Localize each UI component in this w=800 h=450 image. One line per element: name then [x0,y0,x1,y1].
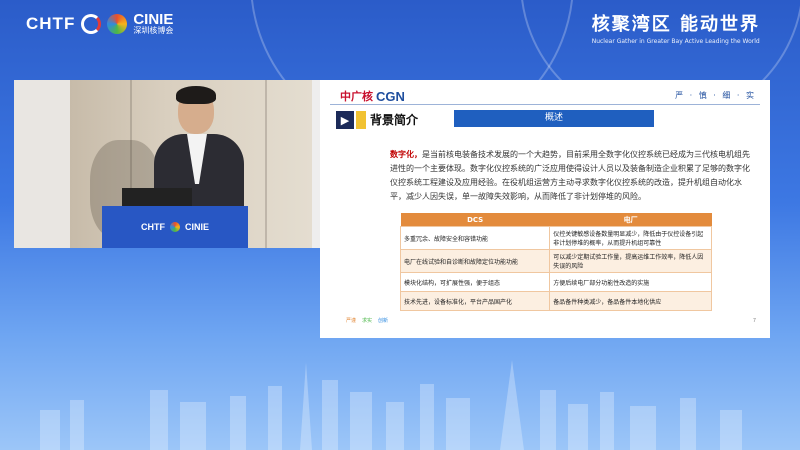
footer-tag: 求实 [362,318,373,324]
table-row: 电厂在线试验和自诊断和故障定位功能功能 可以减少定期试验工作量，提高运维工作效率… [399,249,712,273]
paragraph-body: 是当前核电装备技术发展的一个大趋势，目前采用全数字化仪控系统已经成为三代核电机组… [390,150,750,201]
speaker-video: CHTF CINIE [70,80,312,248]
table-cell: 仪控关键敏感设备数量明显减少，降低由于仪控设备引起非计划停堆的概率，从而提升机组… [549,226,712,250]
cgn-logo-en: CGN [376,88,405,104]
cinie-logo: CINIE 深圳核博会 [133,12,173,35]
podium-cinie-text: CINIE [184,222,209,232]
table-cell: 技术先进，设备标准化，平台产品国产化 [399,291,551,311]
section-title: 背景简介 [370,113,419,127]
table-cell: 方便后续电厂部分功能性改造的实施 [549,272,712,292]
table-header-plant: 电厂 [549,213,712,227]
cinie-logo-text: CINIE [133,11,174,28]
video-frame-left [14,80,70,248]
cinie-logo-icon [107,13,128,34]
paragraph-highlight: 数字化， [390,150,422,159]
table-header-dcs: DCS [400,213,550,227]
company-motto: 严 · 慎 · 细 · 实 [675,91,756,100]
table-cell: 电厂在线试验和自诊断和故障定位功能功能 [399,249,551,273]
video-frame-right [312,80,320,248]
table-row: 模块化结构，可扩展性强，便于组态 方便后续电厂部分功能性改造的实施 [399,272,712,292]
cinie-logo-subtext: 深圳核博会 [133,26,174,35]
table-row: 技术先进，设备标准化，平台产品国产化 备品备件种类减少，备品备件本地化供应 [399,291,712,311]
footer-tag: 创新 [378,318,389,324]
event-logo-bar: CHTF CINIE 深圳核博会 [26,12,173,35]
header-divider [330,104,760,105]
city-skyline-graphic [40,360,742,450]
section-marker-icon [356,111,366,129]
table-cell: 备品备件种类减少，备品备件本地化供应 [549,291,712,311]
slide-footer-tags: 严谨 求实 创新 [346,317,388,324]
chevron-right-icon: ▶ [336,111,354,129]
chtf-swirl-icon [81,13,102,34]
wall-panel-line [265,80,267,248]
table-cell: 多重冗余、故障安全和容错功能 [399,226,551,250]
section-subtitle-bar: 概述 [454,110,654,127]
table-row: 多重冗余、故障安全和容错功能 仪控关键敏感设备数量明显减少，降低由于仪控设备引起… [399,226,712,250]
comparison-table: DCS 电厂 多重冗余、故障安全和容错功能 仪控关键敏感设备数量明显减少，降低由… [399,213,712,311]
slogan-en: Nuclear Gather in Greater Bay Active Lea… [591,38,760,45]
cgn-logo-cn: 中广核 [340,90,373,103]
intro-paragraph: 数字化，是当前核电装备技术发展的一个大趋势，目前采用全数字化仪控系统已经成为三代… [390,148,750,204]
podium: CHTF CINIE [102,206,248,248]
podium-cinie-icon [169,222,180,232]
presentation-slide: 中广核 CGN 严 · 慎 · 细 · 实 ▶ 背景简介 概述 数字化，是当前核… [320,80,770,338]
podium-chtf-text: CHTF [140,222,165,232]
cgn-logo: 中广核 CGN [340,88,405,104]
event-slogan: 核聚湾区 能动世界 Nuclear Gather in Greater Bay … [592,10,760,45]
chtf-logo-text: CHTF [26,13,76,33]
slogan-cn: 核聚湾区 能动世界 [591,14,760,35]
laptop [122,188,192,208]
footer-tag: 严谨 [346,318,357,324]
table-cell: 模块化结构，可扩展性强，便于组态 [399,272,551,292]
speaker-hair [176,86,216,104]
slide-page-number: 7 [752,318,756,324]
table-cell: 可以减少定期试验工作量，提高运维工作效率，降低人因失误的风险 [549,249,712,273]
